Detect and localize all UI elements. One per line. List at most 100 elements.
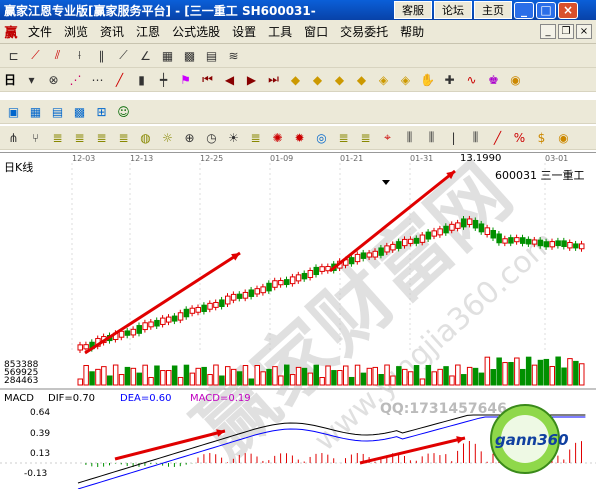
- diamond-left-icon[interactable]: ◆: [286, 70, 305, 89]
- candle: [136, 325, 142, 334]
- dollar-icon[interactable]: $: [532, 128, 551, 147]
- radar-icon[interactable]: ✺: [268, 128, 287, 147]
- crosshair-icon[interactable]: ✚: [440, 70, 459, 89]
- homepage-link[interactable]: 主页: [474, 1, 512, 19]
- date-label: 12-25: [200, 154, 223, 163]
- line-chart-icon[interactable]: ╱: [110, 70, 129, 89]
- menu-browse[interactable]: 浏览: [58, 23, 94, 40]
- diamond-right-icon[interactable]: ◆: [308, 70, 327, 89]
- gold-2-icon[interactable]: ≣: [70, 128, 89, 147]
- gann-grid-icon[interactable]: ▩: [180, 46, 199, 65]
- gold-6-icon[interactable]: ≣: [356, 128, 375, 147]
- fork-icon[interactable]: ⑂: [26, 128, 45, 147]
- menu-tools[interactable]: 工具: [262, 23, 298, 40]
- last-page-icon[interactable]: ⏭: [264, 70, 283, 89]
- flag-icon[interactable]: ⚑: [176, 70, 195, 89]
- bar-chart-icon[interactable]: ┿: [154, 70, 173, 89]
- compass-icon[interactable]: ✹: [290, 128, 309, 147]
- angle-line-icon[interactable]: ∠: [136, 46, 155, 65]
- menu-gann[interactable]: 江恩: [130, 23, 166, 40]
- gold-sun-icon[interactable]: ☼: [158, 128, 177, 147]
- circle-grid-icon[interactable]: ⊕: [180, 128, 199, 147]
- gold-4-icon[interactable]: ≣: [246, 128, 265, 147]
- prev-page-icon[interactable]: ◀: [220, 70, 239, 89]
- volume-bar: [496, 357, 502, 386]
- calculator-icon[interactable]: ▦: [26, 102, 45, 121]
- candle: [508, 237, 514, 244]
- menu-trade[interactable]: 交易委托: [334, 23, 394, 40]
- document-icon[interactable]: ▤: [48, 102, 67, 121]
- maximize-button[interactable]: □: [536, 1, 556, 19]
- person-icon[interactable]: ☺: [114, 102, 133, 121]
- mdi-close-button[interactable]: ×: [576, 24, 592, 39]
- menu-file[interactable]: 文件: [22, 23, 58, 40]
- menu-formula[interactable]: 公式选股: [166, 23, 226, 40]
- pitchfork-icon[interactable]: ⋔: [4, 128, 23, 147]
- candle: [154, 319, 160, 327]
- stock-icon[interactable]: ♚: [484, 70, 503, 89]
- hand-icon[interactable]: ✋: [418, 70, 437, 89]
- mdi-minimize-button[interactable]: _: [540, 24, 556, 39]
- speed-line-icon[interactable]: ⫽: [48, 46, 67, 65]
- coin-icon[interactable]: ◉: [506, 70, 525, 89]
- next-page-icon[interactable]: ▶: [242, 70, 261, 89]
- bar-icon[interactable]: ⫼: [466, 128, 485, 147]
- multi-period-icon[interactable]: ⋯: [88, 70, 107, 89]
- date-label: 01-31: [410, 154, 433, 163]
- network-icon[interactable]: ⊞: [92, 102, 111, 121]
- arc-line-icon[interactable]: ≋: [224, 46, 243, 65]
- gann-square-icon[interactable]: ▦: [158, 46, 177, 65]
- gold-5-icon[interactable]: ≣: [334, 128, 353, 147]
- mdi-restore-button[interactable]: ❐: [558, 24, 574, 39]
- forum-link[interactable]: 论坛: [434, 1, 472, 19]
- volume-bar: [213, 364, 219, 386]
- pattern-icon[interactable]: ⊗: [44, 70, 63, 89]
- close-button[interactable]: ×: [558, 1, 578, 19]
- dropdown-arrow-icon[interactable]: ▾: [22, 70, 41, 89]
- column-icon[interactable]: ⫼: [400, 128, 419, 147]
- candle: [284, 279, 290, 286]
- parallel-line-icon[interactable]: ∥: [92, 46, 111, 65]
- menu-help[interactable]: 帮助: [394, 23, 430, 40]
- trend-line-icon[interactable]: ⟋: [114, 46, 133, 65]
- rocket-icon[interactable]: ⌖: [378, 128, 397, 147]
- gann-box-icon[interactable]: ▤: [202, 46, 221, 65]
- line-red-icon[interactable]: ╱: [488, 128, 507, 147]
- volume-bar: [331, 370, 337, 386]
- clock-icon[interactable]: ◷: [202, 128, 221, 147]
- wave-icon[interactable]: ∿: [462, 70, 481, 89]
- candle: [537, 239, 544, 247]
- volume-bar: [520, 368, 526, 386]
- first-page-icon[interactable]: ⏮: [198, 70, 217, 89]
- fan-line-icon[interactable]: ⟋: [26, 46, 45, 65]
- cursor-tool-icon[interactable]: ⊏: [4, 46, 23, 65]
- kline-chart-area[interactable]: 赢家财富网 www.yingjia360.com 日K线 12-03 12-13…: [0, 152, 596, 489]
- zoom-in-icon[interactable]: ◈: [374, 70, 393, 89]
- menu-news[interactable]: 资讯: [94, 23, 130, 40]
- sun-icon[interactable]: ☀: [224, 128, 243, 147]
- diamond-up-icon[interactable]: ◆: [330, 70, 349, 89]
- gann-fan-icon[interactable]: ⟊: [70, 46, 89, 65]
- column-2-icon[interactable]: ⫼: [422, 128, 441, 147]
- customer-service-link[interactable]: 客服: [394, 1, 432, 19]
- coin-2-icon[interactable]: ◉: [554, 128, 573, 147]
- candle-icon[interactable]: ▮: [132, 70, 151, 89]
- percent-icon[interactable]: %: [510, 128, 529, 147]
- period-selector[interactable]: 日: [4, 71, 16, 88]
- menu-window[interactable]: 窗口: [298, 23, 334, 40]
- fib-icon[interactable]: ≣: [114, 128, 133, 147]
- title-bar: 赢家江恩专业版[赢家服务平台] - [三一重工 SH600031- 客服 论坛 …: [0, 0, 596, 20]
- target-icon[interactable]: ◎: [312, 128, 331, 147]
- calendar-icon[interactable]: ▣: [4, 102, 23, 121]
- gold-line-icon[interactable]: ≣: [48, 128, 67, 147]
- zoom-out-icon[interactable]: ◈: [396, 70, 415, 89]
- volume-bar: [490, 369, 496, 386]
- candle: [455, 222, 461, 229]
- gold-circle-icon[interactable]: ◍: [136, 128, 155, 147]
- minimize-button[interactable]: _: [514, 1, 534, 19]
- save-icon[interactable]: ▩: [70, 102, 89, 121]
- gold-3-icon[interactable]: ≣: [92, 128, 111, 147]
- menu-settings[interactable]: 设置: [226, 23, 262, 40]
- indicator-icon[interactable]: ⋰: [66, 70, 85, 89]
- diamond-down-icon[interactable]: ◆: [352, 70, 371, 89]
